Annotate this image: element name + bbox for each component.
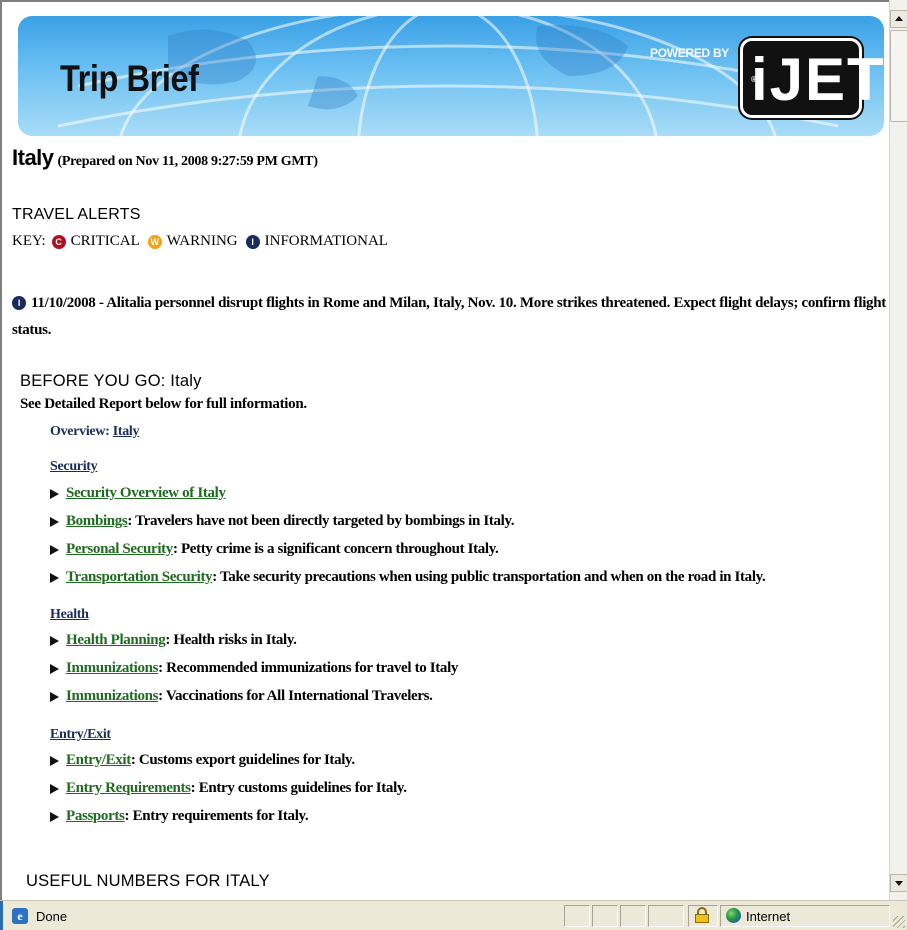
- lock-icon[interactable]: [695, 907, 709, 923]
- powered-by-label: POWERED BY: [650, 46, 730, 60]
- triangle-bullet-icon: [50, 572, 59, 583]
- status-bar: e Done Internet: [0, 900, 907, 930]
- passports-link[interactable]: Passports: [66, 808, 125, 825]
- arrow-up-icon: [895, 16, 903, 21]
- list-item: Immunizations : Recommended immunization…: [50, 660, 458, 677]
- banner-title: Trip Brief: [60, 58, 199, 99]
- list-item: Entry Requirements : Entry customs guide…: [50, 780, 407, 797]
- page-title: Italy (Prepared on Nov 11, 2008 9:27:59 …: [12, 145, 318, 171]
- item-description: : Vaccinations for All International Tra…: [158, 688, 433, 704]
- status-bar-edge: [0, 901, 3, 930]
- triangle-bullet-icon: [50, 783, 59, 794]
- list-item: Entry/Exit : Customs export guidelines f…: [50, 752, 355, 769]
- health-category-link[interactable]: Health: [50, 607, 89, 623]
- travel-alerts-heading: TRAVEL ALERTS: [12, 206, 141, 223]
- useful-numbers-heading: USEFUL NUMBERS FOR ITALY: [26, 872, 270, 890]
- arrow-down-icon: [895, 881, 903, 886]
- status-text: Done: [36, 909, 68, 924]
- transportation-security-link[interactable]: Transportation Security: [66, 569, 213, 586]
- browser-content: Trip Brief POWERED BY iJET ® Italy (Prep…: [0, 0, 889, 900]
- triangle-bullet-icon: [50, 691, 59, 702]
- item-description: : Health risks in Italy.: [165, 632, 297, 648]
- warning-icon: W: [147, 234, 162, 249]
- entry-exit-link[interactable]: Entry/Exit: [66, 752, 131, 769]
- entry-requirements-link[interactable]: Entry Requirements: [66, 780, 191, 797]
- entry-exit-category-link[interactable]: Entry/Exit: [50, 727, 111, 743]
- ie-page-icon: e: [12, 908, 28, 924]
- scroll-thumb[interactable]: [890, 30, 907, 122]
- prepared-date: (Prepared on Nov 11, 2008 9:27:59 PM GMT…: [57, 154, 318, 169]
- list-item: Passports : Entry requirements for Italy…: [50, 808, 309, 825]
- ijet-logo: iJET ®: [740, 38, 884, 118]
- travel-alert-item: I 11/10/2008 - Alitalia personnel disrupt…: [12, 290, 889, 344]
- informational-icon: I: [245, 234, 260, 249]
- triangle-bullet-icon: [50, 811, 59, 822]
- overview-row: Overview: Italy: [50, 424, 140, 440]
- list-item: Transportation Security : Take security …: [50, 569, 766, 586]
- key-informational: I INFORMATIONAL: [245, 233, 388, 250]
- trip-brief-banner: Trip Brief POWERED BY iJET ®: [18, 16, 884, 136]
- list-item: Health Planning : Health risks in Italy.: [50, 632, 297, 649]
- scroll-down-button[interactable]: [890, 874, 907, 892]
- triangle-bullet-icon: [50, 755, 59, 766]
- item-description: : Entry requirements for Italy.: [124, 808, 309, 824]
- status-pane: [648, 905, 684, 927]
- resize-grip[interactable]: [893, 916, 905, 928]
- triangle-bullet-icon: [50, 544, 59, 555]
- key-label: KEY:: [12, 233, 46, 249]
- item-description: : Customs export guidelines for Italy.: [130, 752, 355, 768]
- immunizations-link[interactable]: Immunizations: [66, 660, 158, 677]
- item-description: : Take security precautions when using p…: [212, 569, 766, 585]
- list-item: Bombings : Travelers have not been direc…: [50, 513, 515, 530]
- item-description: : Petty crime is a significant concern t…: [172, 541, 499, 557]
- key-critical-label: CRITICAL: [70, 233, 140, 249]
- zone-text: Internet: [746, 909, 791, 924]
- bombings-link[interactable]: Bombings: [66, 513, 128, 530]
- status-pane: [592, 905, 618, 927]
- status-pane: [620, 905, 646, 927]
- status-pane: [564, 905, 590, 927]
- triangle-bullet-icon: [50, 663, 59, 674]
- overview-label: Overview:: [50, 424, 110, 439]
- triangle-bullet-icon: [50, 635, 59, 646]
- scroll-up-button[interactable]: [890, 10, 907, 28]
- personal-security-link[interactable]: Personal Security: [66, 541, 173, 558]
- lock-body: [695, 914, 709, 923]
- item-description: : Travelers have not been directly targe…: [127, 513, 515, 529]
- list-item: Security Overview of Italy: [50, 485, 226, 502]
- key-warning: W WARNING: [147, 233, 238, 250]
- country-name: Italy: [12, 145, 54, 170]
- informational-icon: I: [12, 296, 26, 310]
- key-critical: C CRITICAL: [51, 233, 140, 250]
- immunizations-link[interactable]: Immunizations: [66, 688, 158, 705]
- list-item: Personal Security : Petty crime is a sig…: [50, 541, 499, 558]
- security-category-link[interactable]: Security: [50, 459, 98, 475]
- list-item: Immunizations : Vaccinations for All Int…: [50, 688, 433, 705]
- critical-icon: C: [51, 234, 66, 249]
- logo-registered-mark: ®: [751, 75, 759, 84]
- alert-text: 11/10/2008 - Alitalia personnel disrupt …: [12, 295, 886, 338]
- vertical-scrollbar[interactable]: [889, 0, 907, 900]
- item-description: : Recommended immunizations for travel t…: [158, 660, 459, 676]
- key-warning-label: WARNING: [166, 233, 238, 249]
- alert-key: KEY: C CRITICAL W WARNING I INFORMATIONA…: [12, 233, 396, 250]
- before-you-go-heading: BEFORE YOU GO: Italy: [20, 372, 202, 390]
- triangle-bullet-icon: [50, 488, 59, 499]
- security-overview-link[interactable]: Security Overview of Italy: [66, 485, 226, 502]
- internet-zone-icon: [726, 908, 741, 923]
- detailed-report-note: See Detailed Report below for full infor…: [20, 396, 307, 412]
- item-description: : Entry customs guidelines for Italy.: [190, 780, 407, 796]
- health-planning-link[interactable]: Health Planning: [66, 632, 166, 649]
- triangle-bullet-icon: [50, 516, 59, 527]
- key-informational-label: INFORMATIONAL: [264, 233, 388, 249]
- overview-italy-link[interactable]: Italy: [113, 424, 140, 439]
